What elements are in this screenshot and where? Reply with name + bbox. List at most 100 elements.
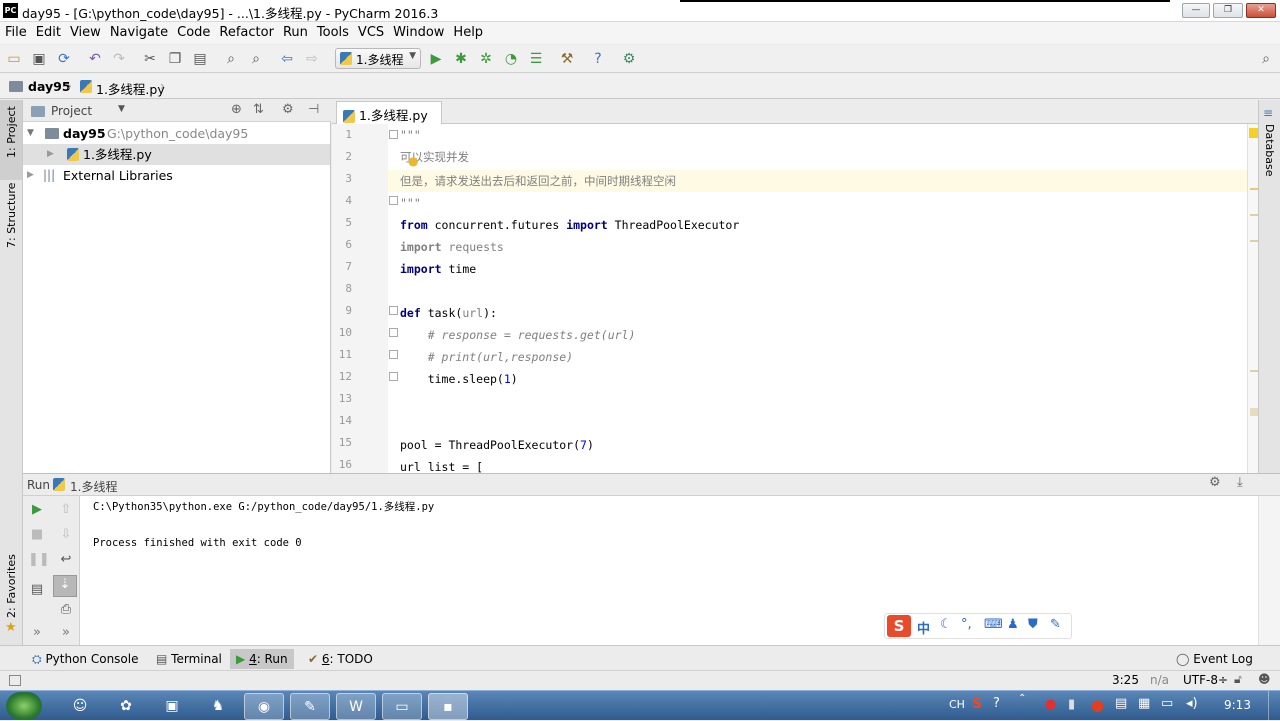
- display-tray-icon[interactable]: ▭: [1161, 696, 1173, 711]
- breadcrumb-file[interactable]: 1.多线程.py: [96, 79, 165, 98]
- console-scrollbar[interactable]: [1258, 496, 1280, 646]
- ime-mode-toggle[interactable]: 中: [917, 618, 930, 637]
- favorites-tool-tab[interactable]: 2: Favorites: [5, 554, 18, 618]
- menu-help[interactable]: Help: [448, 22, 487, 40]
- gear-icon[interactable]: ⚙: [282, 102, 294, 117]
- terminal-tab[interactable]: ▤ Terminal: [150, 649, 228, 669]
- lightbulb-icon[interactable]: ●: [408, 154, 418, 168]
- network-tray-icon[interactable]: ▦: [1138, 696, 1150, 711]
- undo-icon[interactable]: ↶: [86, 50, 104, 68]
- tray-chevron-icon[interactable]: ⌃: [1018, 693, 1026, 704]
- coverage-icon[interactable]: ✲: [477, 50, 495, 68]
- code-line-5[interactable]: from concurrent.futures import ThreadPoo…: [400, 214, 739, 236]
- profile-icon[interactable]: ◔: [502, 50, 520, 68]
- save-icon[interactable]: ▣: [30, 50, 48, 68]
- fold-marker-icon[interactable]: [389, 328, 398, 337]
- pause-icon[interactable]: ❚❚: [28, 551, 50, 569]
- taskbar-app-icon[interactable]: ☺: [60, 693, 100, 720]
- taskbar-notepad-icon[interactable]: ✎: [290, 693, 330, 720]
- fold-marker-icon[interactable]: [389, 350, 398, 359]
- taskbar-word-icon[interactable]: W: [336, 693, 376, 720]
- run-icon[interactable]: ▶: [427, 50, 445, 68]
- help-icon[interactable]: ?: [589, 50, 607, 68]
- fold-marker-icon[interactable]: [389, 130, 398, 139]
- sync-icon[interactable]: ⟳: [55, 50, 73, 68]
- code-line-11[interactable]: # print(url,response): [400, 346, 573, 368]
- moon-icon[interactable]: ☾: [940, 617, 952, 632]
- help-tray-icon[interactable]: ?: [993, 696, 1000, 711]
- back-icon[interactable]: ⇦: [278, 50, 296, 68]
- open-folder-icon[interactable]: ▭: [5, 50, 23, 68]
- code-line-15[interactable]: pool = ThreadPoolExecutor(7): [400, 434, 594, 456]
- menu-edit[interactable]: Edit: [31, 22, 65, 40]
- run-tab[interactable]: ▶ 4: Run: [230, 649, 294, 669]
- menu-view[interactable]: View: [65, 22, 105, 40]
- restore-layout-icon[interactable]: ▤: [28, 581, 46, 599]
- settings-wrench-icon[interactable]: ⚒: [558, 50, 576, 68]
- menu-run[interactable]: Run: [278, 22, 312, 40]
- tray-app-icon[interactable]: ▤: [1115, 696, 1127, 711]
- taskbar-pycharm-icon[interactable]: ▪: [428, 693, 468, 720]
- menu-file[interactable]: File: [0, 22, 31, 40]
- forward-icon[interactable]: ⇨: [303, 50, 321, 68]
- code-line-9[interactable]: def task(url):: [400, 302, 497, 324]
- code-line-1[interactable]: """: [400, 124, 421, 146]
- debug-icon[interactable]: ✱: [452, 50, 470, 68]
- fold-marker-icon[interactable]: [389, 372, 398, 381]
- code-line-10[interactable]: # response = requests.get(url): [400, 324, 636, 346]
- structure-tool-tab[interactable]: 7: Structure: [5, 183, 18, 248]
- menu-vcs[interactable]: VCS: [353, 22, 388, 40]
- tree-file-item[interactable]: ▶ 1.多线程.py: [23, 144, 330, 165]
- up-arrow-icon[interactable]: ⇧: [57, 501, 75, 519]
- search-everywhere-icon[interactable]: ⌕: [1257, 50, 1275, 68]
- taskbar-app-icon[interactable]: ✿: [106, 693, 146, 720]
- menu-navigate[interactable]: Navigate: [105, 22, 172, 40]
- record-tray-icon[interactable]: ●: [1091, 696, 1104, 714]
- rerun-icon[interactable]: ▶: [28, 501, 46, 519]
- taskbar-save-icon[interactable]: ▣: [152, 693, 192, 720]
- todo-tab[interactable]: ✔ 6: TODO: [302, 649, 379, 669]
- skin-icon[interactable]: ⛊: [1028, 617, 1038, 632]
- gear-icon[interactable]: ⚙: [1209, 475, 1221, 490]
- editor-tab[interactable]: 1.多线程.py ✕: [336, 101, 442, 139]
- stop-icon[interactable]: ■: [28, 526, 46, 544]
- taskbar-explorer-icon[interactable]: ▭: [382, 693, 422, 720]
- expand-arrow-icon[interactable]: ▶: [47, 144, 54, 165]
- redo-icon[interactable]: ↷: [110, 50, 128, 68]
- punctuation-icon[interactable]: °,: [961, 617, 972, 632]
- show-desktop-button[interactable]: [1268, 691, 1280, 721]
- menu-window[interactable]: Window: [388, 22, 448, 40]
- hide-panel-icon[interactable]: ⤓: [1237, 475, 1243, 490]
- print-icon[interactable]: ⎙: [57, 601, 75, 619]
- antivirus-tray-icon[interactable]: ●: [1045, 697, 1056, 712]
- maximize-button[interactable]: ❐: [1213, 3, 1243, 18]
- code-line-7[interactable]: import time: [400, 258, 476, 280]
- project-tool-tab[interactable]: 1: Project: [5, 106, 18, 158]
- menu-tools[interactable]: Tools: [312, 22, 353, 40]
- ime-toolbar[interactable]: S 中 ☾ °, ⌨ ♟ ⛊ ✎: [884, 613, 1072, 639]
- caret-position[interactable]: 3:25: [1112, 673, 1139, 687]
- more-icon[interactable]: »: [57, 624, 75, 642]
- fold-marker-icon[interactable]: [389, 196, 398, 205]
- collapse-all-icon[interactable]: ⇅: [253, 102, 264, 117]
- run-config-dropdown[interactable]: 1.多线程 ▼: [335, 48, 421, 69]
- breadcrumb-project[interactable]: day95: [28, 79, 71, 94]
- code-line-16[interactable]: url_list = [: [400, 456, 483, 473]
- paste-icon[interactable]: ▤: [191, 50, 209, 68]
- close-button[interactable]: ✕: [1246, 3, 1276, 18]
- hide-panel-icon[interactable]: ⊣: [308, 102, 319, 117]
- sogou-logo-icon[interactable]: S: [887, 615, 911, 637]
- taskbar-app-icon[interactable]: ♞: [198, 693, 238, 720]
- code-line-6[interactable]: import requests: [400, 236, 504, 258]
- minimize-button[interactable]: —: [1182, 3, 1210, 18]
- lock-icon[interactable]: 🔓︎: [1234, 672, 1242, 687]
- code-line-3[interactable]: 但是，请求发送出去后和返回之前，中间时期线程空闲: [400, 170, 676, 192]
- inspector-icon[interactable]: ☻: [1258, 672, 1271, 686]
- user-icon[interactable]: ♟: [1007, 617, 1019, 632]
- cut-icon[interactable]: ✂: [141, 50, 159, 68]
- clock[interactable]: 9:13: [1224, 698, 1251, 712]
- replace-icon[interactable]: ⌕: [247, 50, 265, 68]
- code-line-4[interactable]: """: [400, 192, 421, 214]
- database-tool-tab[interactable]: Database: [1263, 124, 1276, 177]
- event-log-tab[interactable]: ◯ Event Log: [1170, 649, 1259, 669]
